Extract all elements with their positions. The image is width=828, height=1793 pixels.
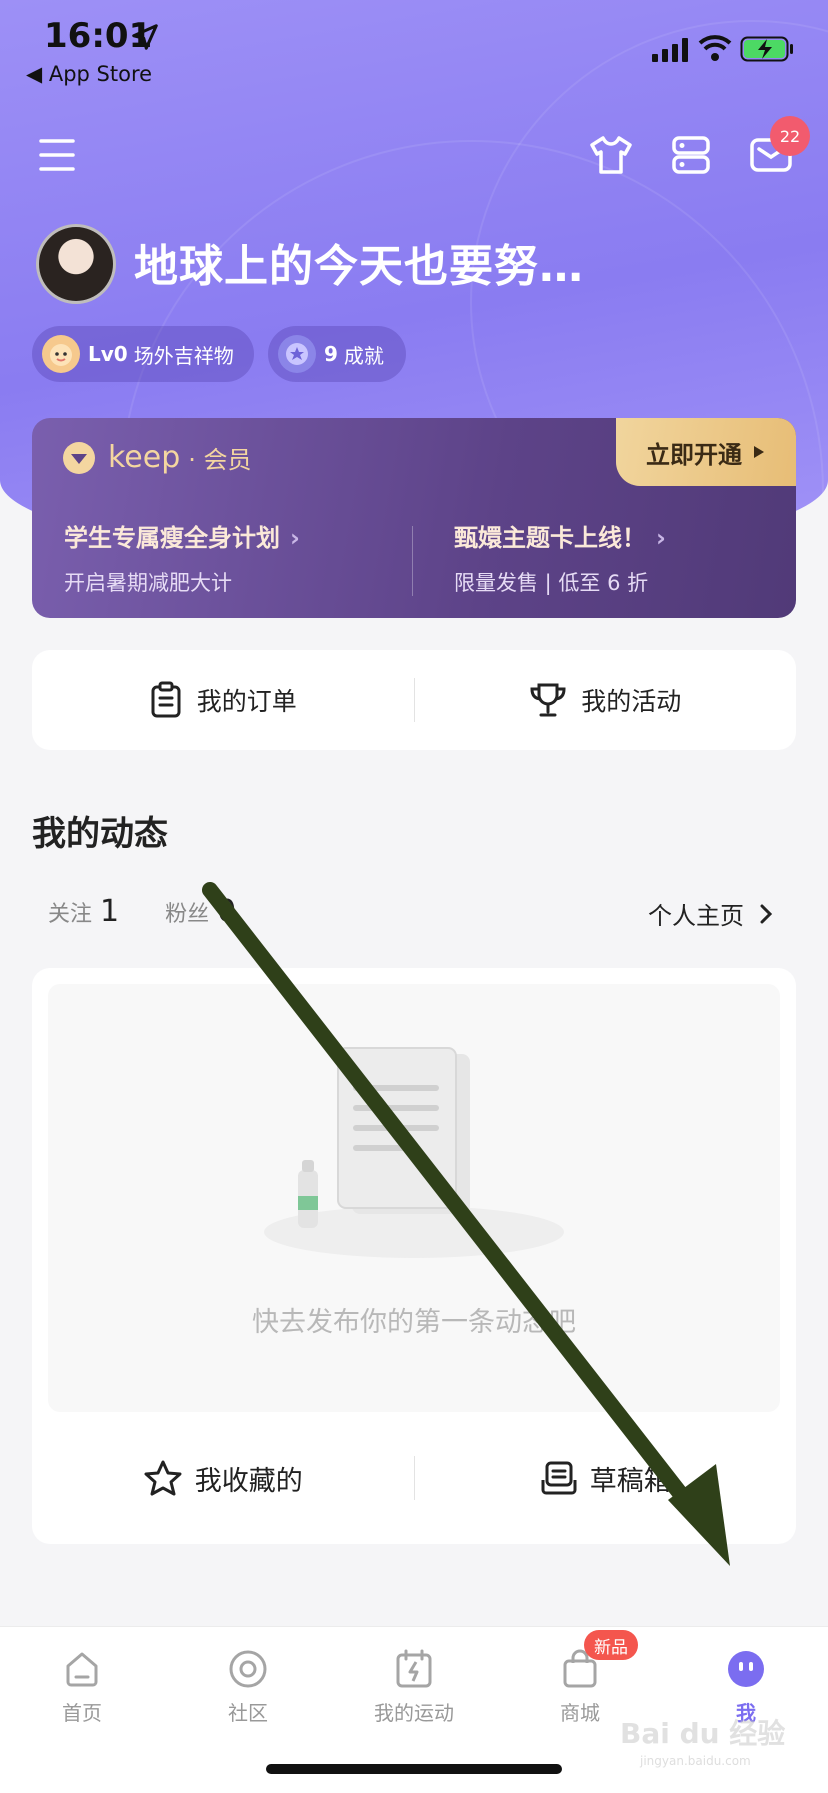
- promo-left-sub: 开启暑期减肥大计: [64, 571, 232, 595]
- star-icon: [144, 1460, 182, 1496]
- empty-feed-text: 快去发布你的第一条动态吧: [252, 1307, 576, 1338]
- membership-card[interactable]: keep · 会员 立即开通 学生专属瘦全身计划 › 开启暑期减肥大计 甄嬛主题卡…: [32, 418, 796, 618]
- chevron-right-icon: ›: [656, 524, 666, 552]
- tab-home[interactable]: 首页: [22, 1641, 142, 1726]
- level-chip[interactable]: Lv0 场外吉祥物: [32, 326, 254, 382]
- mail-unread-badge: 22: [770, 116, 810, 156]
- cellular-signal-icon: [652, 38, 688, 62]
- play-triangle-icon: [754, 446, 764, 458]
- feed-card: 快去发布你的第一条动态吧 我收藏的 草稿箱: [32, 968, 796, 1544]
- drafts-label: 草稿箱: [589, 1465, 671, 1497]
- trophy-icon: [530, 683, 566, 717]
- back-to-app-store[interactable]: ◀ App Store: [26, 62, 152, 86]
- personal-homepage-link[interactable]: 个人主页: [648, 896, 776, 931]
- homepage-label: 个人主页: [648, 902, 744, 930]
- baidu-watermark-url: jingyan.baidu.com: [640, 1754, 751, 1768]
- wifi-icon: [698, 35, 732, 61]
- menu-icon[interactable]: [32, 130, 82, 180]
- sport-calendar-icon: [396, 1649, 432, 1688]
- quick-actions-card: 我的订单 我的活动: [32, 650, 796, 750]
- baidu-watermark: Bai du 经验: [620, 1717, 786, 1750]
- tab-home-label: 首页: [62, 1701, 102, 1725]
- promo-theme-card[interactable]: 甄嬛主题卡上线！ › 限量发售 | 低至 6 折: [454, 518, 666, 597]
- favorites-button[interactable]: 我收藏的: [32, 1459, 414, 1498]
- following-label[interactable]: 关注: [48, 896, 92, 928]
- outfit-icon[interactable]: [586, 130, 636, 180]
- home-indicator[interactable]: [266, 1764, 562, 1774]
- achievement-chip[interactable]: 9 成就: [268, 326, 406, 382]
- tab-my-sport-label: 我的运动: [374, 1701, 454, 1725]
- promo-divider: [412, 526, 413, 596]
- achievement-count: 9: [324, 342, 338, 366]
- keep-diamond-icon: [63, 441, 95, 474]
- clipboard-icon: [151, 681, 181, 718]
- drafts-button[interactable]: 草稿箱: [415, 1459, 797, 1498]
- keep-member-logo: keep · 会员: [62, 440, 252, 475]
- chevron-right-icon: [760, 904, 773, 923]
- section-title-my-feed: 我的动态: [32, 814, 168, 854]
- promo-student-plan[interactable]: 学生专属瘦全身计划 › 开启暑期减肥大计: [64, 518, 300, 597]
- community-icon: [229, 1650, 267, 1688]
- avatar[interactable]: [36, 224, 116, 304]
- follow-stats: 关注 1 粉丝 0: [48, 894, 282, 929]
- my-orders-label: 我的订单: [196, 687, 297, 716]
- tab-my-sport[interactable]: 我的运动: [354, 1641, 474, 1726]
- location-arrow-icon: [132, 24, 158, 50]
- favorites-label: 我收藏的: [194, 1465, 303, 1497]
- promo-right-sub: 限量发售 | 低至 6 折: [454, 571, 649, 595]
- level-title: 场外吉祥物: [133, 343, 234, 368]
- status-bar: 16:01 ◀ App Store: [0, 0, 828, 100]
- my-activities-button[interactable]: 我的活动: [415, 681, 797, 719]
- my-activities-label: 我的活动: [581, 687, 682, 716]
- empty-feed-placeholder: 快去发布你的第一条动态吧: [48, 984, 780, 1412]
- device-icon[interactable]: [666, 130, 716, 180]
- me-face-icon: [728, 1651, 764, 1687]
- level-label: Lv0: [88, 342, 128, 366]
- mascot-icon: [42, 335, 80, 373]
- member-tag: · 会员: [188, 446, 252, 474]
- promo-right-title: 甄嬛主题卡上线！: [454, 524, 646, 552]
- activate-membership-button[interactable]: 立即开通: [616, 418, 796, 486]
- username[interactable]: 地球上的今天也要努…: [134, 230, 584, 294]
- tab-community[interactable]: 社区: [188, 1641, 308, 1726]
- promo-left-title: 学生专属瘦全身计划: [64, 524, 280, 552]
- achievement-label: 成就: [343, 343, 384, 368]
- home-icon: [66, 1652, 98, 1687]
- tab-community-label: 社区: [228, 1701, 268, 1725]
- fans-label[interactable]: 粉丝: [165, 896, 209, 928]
- keep-logo-text: keep: [108, 440, 181, 475]
- draft-box-icon: [541, 1461, 577, 1495]
- empty-document-illustration: [264, 1047, 564, 1258]
- my-orders-button[interactable]: 我的订单: [32, 681, 414, 719]
- fans-count[interactable]: 0: [217, 894, 236, 929]
- battery-charging-icon: [740, 36, 793, 62]
- feed-actions: 我收藏的 草稿箱: [32, 1412, 796, 1544]
- new-product-badge: 新品: [584, 1630, 638, 1660]
- activate-label: 立即开通: [646, 440, 742, 469]
- medal-icon: [278, 335, 316, 373]
- chevron-right-icon: ›: [290, 524, 300, 552]
- following-count[interactable]: 1: [100, 894, 119, 929]
